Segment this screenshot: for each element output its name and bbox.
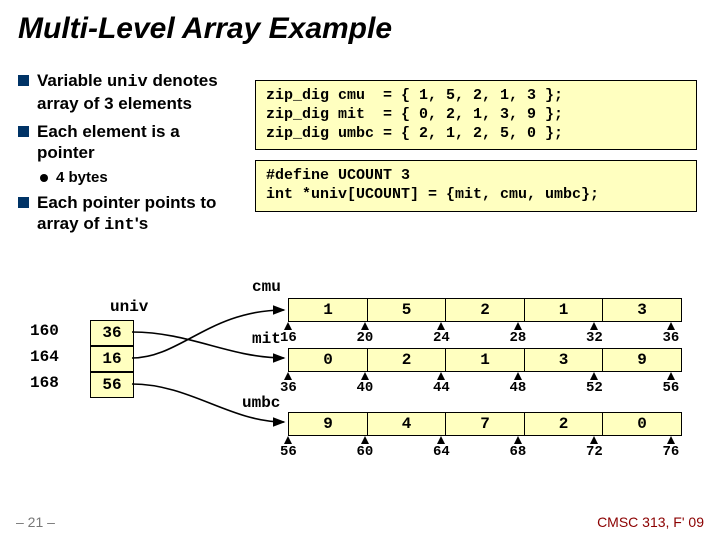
array-cell: 4 xyxy=(367,412,447,436)
array-cell: 9 xyxy=(288,412,368,436)
addr-number: 28 xyxy=(510,330,527,346)
bullet-item: Variable univ denotes array of 3 element… xyxy=(18,70,238,115)
addr-tick-icon xyxy=(361,436,369,444)
ptr-addr: 168 xyxy=(30,374,59,392)
array-cell: 1 xyxy=(288,298,368,322)
ptr-cell: 56 xyxy=(90,372,134,398)
course-footer: CMSC 313, F' 09 xyxy=(597,514,704,530)
addr-number: 68 xyxy=(510,444,527,460)
square-bullet-icon xyxy=(18,126,29,137)
sub-bullet-item: 4 bytes xyxy=(40,169,238,186)
addr-tick-icon xyxy=(284,372,292,380)
addr-number: 24 xyxy=(433,330,450,346)
array-label-cmu: cmu xyxy=(252,278,281,296)
ptr-addr: 164 xyxy=(30,348,59,366)
addr-number: 60 xyxy=(357,444,374,460)
addr-tick-icon xyxy=(590,436,598,444)
addr-number: 76 xyxy=(663,444,680,460)
slide-title: Multi-Level Array Example xyxy=(0,0,720,46)
memory-diagram: univ 160 36 164 16 168 56 cmu 1 5 2 1 3 … xyxy=(30,298,695,498)
array-label-umbc: umbc xyxy=(242,394,280,412)
code-block-define: #define UCOUNT 3 int *univ[UCOUNT] = {mi… xyxy=(255,160,697,212)
disc-bullet-icon xyxy=(40,174,48,182)
bullet-text: Variable univ denotes array of 3 element… xyxy=(37,70,238,115)
array-cell: 2 xyxy=(524,412,604,436)
addr-tick-icon xyxy=(667,322,675,330)
addr-number: 56 xyxy=(280,444,297,460)
addr-tick-icon xyxy=(284,436,292,444)
array-row-umbc: 9 4 7 2 0 xyxy=(288,412,682,436)
array-cell: 1 xyxy=(524,298,604,322)
array-cell: 7 xyxy=(445,412,525,436)
array-cell: 2 xyxy=(367,348,447,372)
addr-number: 40 xyxy=(357,380,374,396)
slide-number: – 21 – xyxy=(16,514,55,530)
addr-tick-icon xyxy=(667,436,675,444)
bullet-item: Each element is a pointer xyxy=(18,121,238,164)
array-cell: 9 xyxy=(602,348,682,372)
square-bullet-icon xyxy=(18,75,29,86)
code-block-declarations: zip_dig cmu = { 1, 5, 2, 1, 3 }; zip_dig… xyxy=(255,80,697,150)
addr-tick-icon xyxy=(284,322,292,330)
addr-tick-icon xyxy=(361,322,369,330)
univ-label: univ xyxy=(110,298,148,316)
addr-number: 36 xyxy=(663,330,680,346)
array-cell: 3 xyxy=(524,348,604,372)
array-cell: 0 xyxy=(602,412,682,436)
addr-tick-icon xyxy=(590,372,598,380)
array-cell: 2 xyxy=(445,298,525,322)
array-cell: 3 xyxy=(602,298,682,322)
array-row-mit: 0 2 1 3 9 xyxy=(288,348,682,372)
bullet-text: Each element is a pointer xyxy=(37,121,238,164)
array-cell: 5 xyxy=(367,298,447,322)
sub-bullet-text: 4 bytes xyxy=(56,169,108,186)
array-cell: 0 xyxy=(288,348,368,372)
bullet-list: Variable univ denotes array of 3 element… xyxy=(18,70,238,243)
array-cell: 1 xyxy=(445,348,525,372)
addr-number: 32 xyxy=(586,330,603,346)
addr-tick-icon xyxy=(437,322,445,330)
addr-tick-icon xyxy=(361,372,369,380)
addr-number: 64 xyxy=(433,444,450,460)
addr-tick-icon xyxy=(437,372,445,380)
square-bullet-icon xyxy=(18,197,29,208)
ptr-addr: 160 xyxy=(30,322,59,340)
addr-tick-icon xyxy=(590,322,598,330)
addr-number: 52 xyxy=(586,380,603,396)
addr-number: 48 xyxy=(510,380,527,396)
addr-number: 16 xyxy=(280,330,297,346)
bullet-text: Each pointer points to array of int's xyxy=(37,192,238,237)
addr-number: 72 xyxy=(586,444,603,460)
addr-tick-icon xyxy=(667,372,675,380)
bullet-item: Each pointer points to array of int's xyxy=(18,192,238,237)
array-label-mit: mit xyxy=(252,330,281,348)
addr-tick-icon xyxy=(514,322,522,330)
addr-number: 20 xyxy=(357,330,374,346)
array-row-cmu: 1 5 2 1 3 xyxy=(288,298,682,322)
addr-number: 44 xyxy=(433,380,450,396)
addr-number: 56 xyxy=(663,380,680,396)
addr-tick-icon xyxy=(514,372,522,380)
addr-tick-icon xyxy=(437,436,445,444)
addr-tick-icon xyxy=(514,436,522,444)
addr-number: 36 xyxy=(280,380,297,396)
ptr-cell: 16 xyxy=(90,346,134,372)
ptr-cell: 36 xyxy=(90,320,134,346)
